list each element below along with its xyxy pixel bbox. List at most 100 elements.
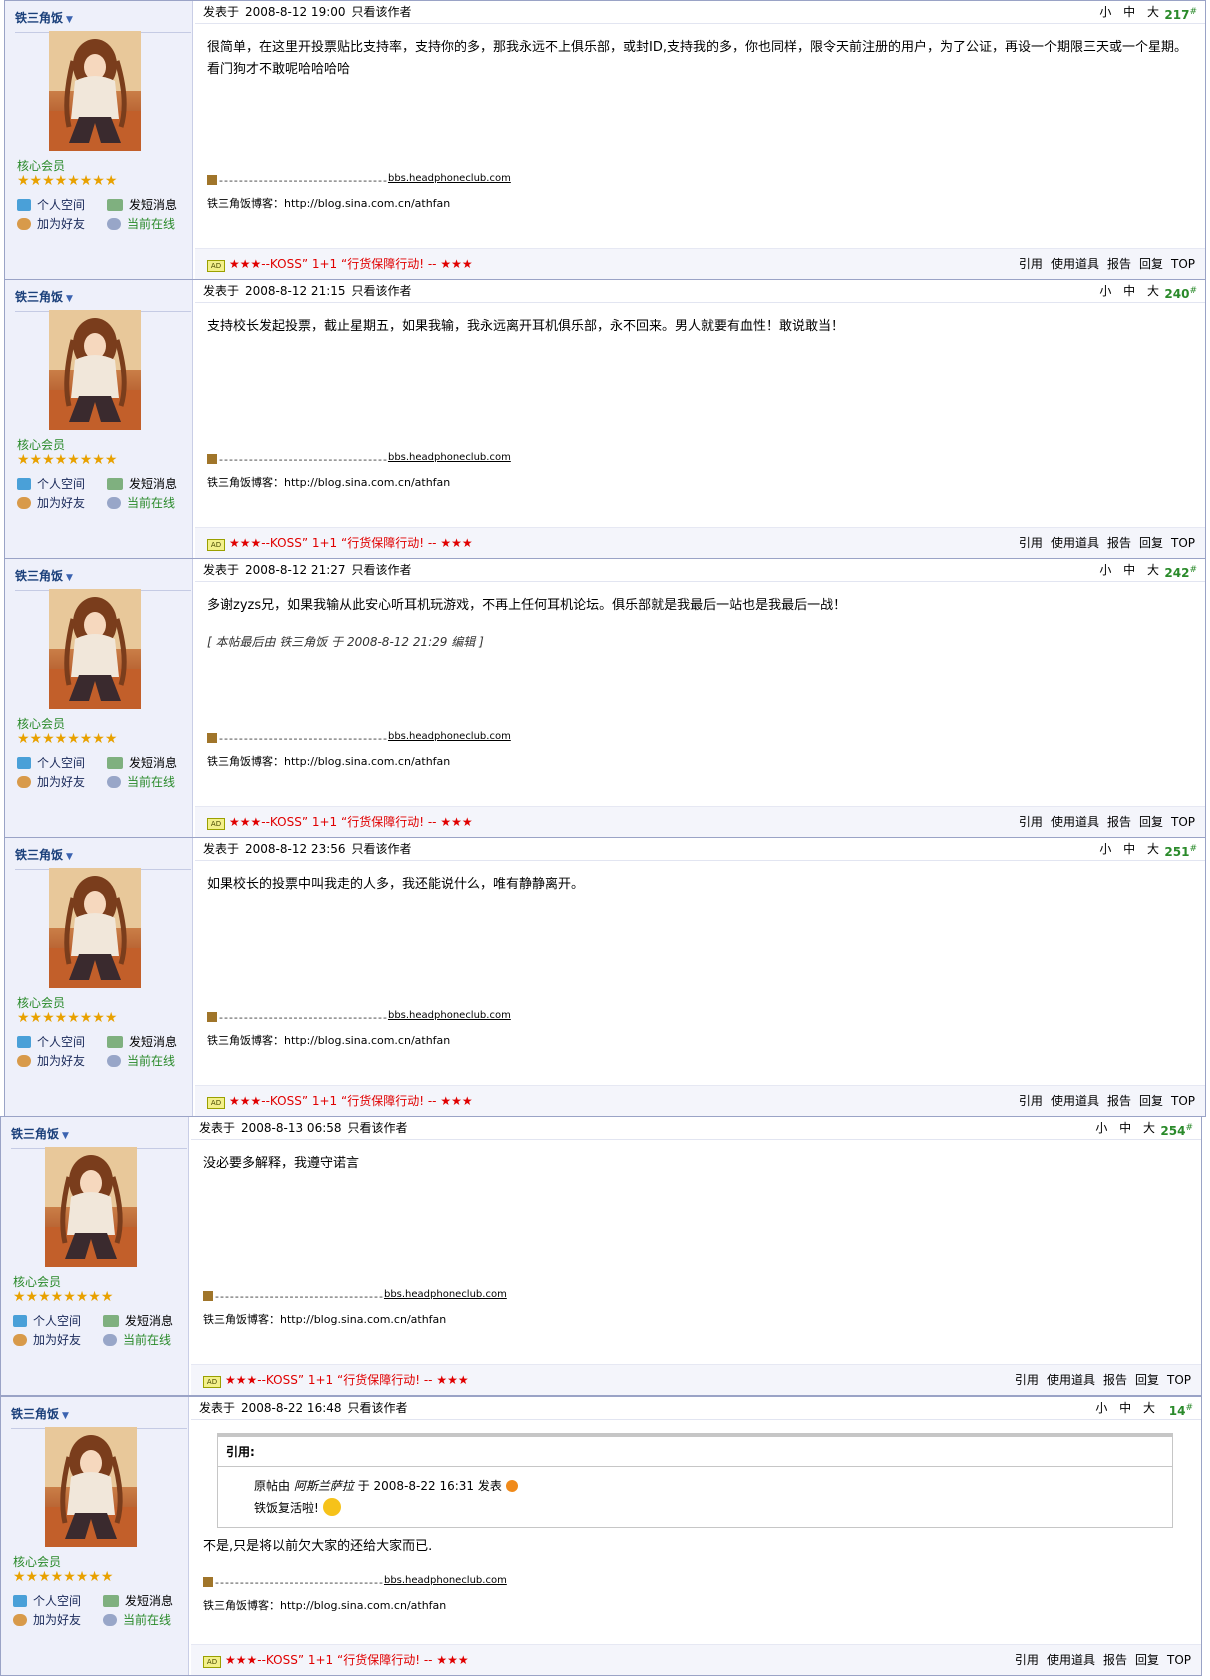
send-message-link[interactable]: 发短消息 — [129, 477, 177, 491]
top-button[interactable]: TOP — [1171, 815, 1195, 829]
author-name[interactable]: 铁三角饭 ▼ — [11, 1125, 187, 1149]
personal-space-link[interactable]: 个人空间 — [37, 754, 107, 773]
top-button[interactable]: TOP — [1167, 1653, 1191, 1667]
personal-space-link[interactable]: 个人空间 — [33, 1592, 103, 1611]
author-name-text: 铁三角饭 — [15, 848, 64, 862]
top-button[interactable]: TOP — [1171, 1094, 1195, 1108]
report-button[interactable]: 报告 — [1107, 257, 1131, 271]
chevron-down-icon[interactable]: ▼ — [62, 1411, 69, 1421]
use-item-button[interactable]: 使用道具 — [1051, 257, 1099, 271]
author-name[interactable]: 铁三角饭 ▼ — [15, 288, 191, 312]
quote-button[interactable]: 引用 — [1019, 257, 1043, 271]
only-author-link[interactable]: 只看该作者 — [348, 1401, 408, 1415]
author-name[interactable]: 铁三角饭 ▼ — [15, 567, 191, 591]
signature-site-link[interactable]: bbs.headphoneclub.com — [388, 1010, 511, 1021]
quote-button[interactable]: 引用 — [1015, 1373, 1039, 1387]
ad-link[interactable]: ★★★--KOSS” 1+1 “行货保障行动! -- ★★★ — [225, 1373, 469, 1387]
reply-button[interactable]: 回复 — [1139, 257, 1163, 271]
use-item-button[interactable]: 使用道具 — [1051, 536, 1099, 550]
add-friend-link[interactable]: 加为好友 — [37, 773, 107, 792]
top-button[interactable]: TOP — [1167, 1373, 1191, 1387]
send-message-link[interactable]: 发短消息 — [129, 1035, 177, 1049]
signature-site-link[interactable]: bbs.headphoneclub.com — [388, 173, 511, 184]
report-button[interactable]: 报告 — [1103, 1653, 1127, 1667]
send-message-link[interactable]: 发短消息 — [129, 756, 177, 770]
signature-blog[interactable]: 铁三角饭博客：http://blog.sina.com.cn/athfan — [203, 1597, 507, 1613]
quote-button[interactable]: 引用 — [1019, 536, 1043, 550]
send-message-link[interactable]: 发短消息 — [125, 1594, 173, 1608]
font-size-switch[interactable]: 小 中 大 — [1095, 1397, 1159, 1419]
ad-link[interactable]: ★★★--KOSS” 1+1 “行货保障行动! -- ★★★ — [229, 1094, 473, 1108]
chevron-down-icon[interactable]: ▼ — [66, 294, 73, 304]
signature-blog[interactable]: 铁三角饭博客：http://blog.sina.com.cn/athfan — [207, 753, 511, 769]
floor-number[interactable]: 251# — [1164, 838, 1197, 863]
send-message-link[interactable]: 发短消息 — [129, 198, 177, 212]
report-button[interactable]: 报告 — [1107, 1094, 1131, 1108]
only-author-link[interactable]: 只看该作者 — [352, 284, 412, 298]
signature-site-link[interactable]: bbs.headphoneclub.com — [384, 1289, 507, 1300]
only-author-link[interactable]: 只看该作者 — [348, 1121, 408, 1135]
use-item-button[interactable]: 使用道具 — [1051, 1094, 1099, 1108]
send-message-link[interactable]: 发短消息 — [125, 1314, 173, 1328]
author-name[interactable]: 铁三角饭 ▼ — [15, 9, 191, 33]
chevron-down-icon[interactable]: ▼ — [66, 852, 73, 862]
top-button[interactable]: TOP — [1171, 257, 1195, 271]
only-author-link[interactable]: 只看该作者 — [352, 842, 412, 856]
font-size-switch[interactable]: 小 中 大 — [1099, 280, 1163, 302]
chevron-down-icon[interactable]: ▼ — [66, 15, 73, 25]
report-button[interactable]: 报告 — [1107, 536, 1131, 550]
use-item-button[interactable]: 使用道具 — [1047, 1653, 1095, 1667]
chevron-down-icon[interactable]: ▼ — [62, 1131, 69, 1141]
reply-button[interactable]: 回复 — [1139, 536, 1163, 550]
quote-button[interactable]: 引用 — [1015, 1653, 1039, 1667]
signature-blog[interactable]: 铁三角饭博客：http://blog.sina.com.cn/athfan — [207, 195, 511, 211]
author-name[interactable]: 铁三角饭 ▼ — [11, 1405, 187, 1429]
reply-button[interactable]: 回复 — [1135, 1373, 1159, 1387]
jump-to-post-icon[interactable] — [505, 1480, 518, 1492]
ad-link[interactable]: ★★★--KOSS” 1+1 “行货保障行动! -- ★★★ — [229, 536, 473, 550]
use-item-button[interactable]: 使用道具 — [1047, 1373, 1095, 1387]
quote-button[interactable]: 引用 — [1019, 1094, 1043, 1108]
reply-button[interactable]: 回复 — [1139, 815, 1163, 829]
chevron-down-icon[interactable]: ▼ — [66, 573, 73, 583]
font-size-switch[interactable]: 小 中 大 — [1095, 1117, 1159, 1139]
add-friend-link[interactable]: 加为好友 — [37, 494, 107, 513]
quote-user-link[interactable]: 阿斯兰萨拉 — [294, 1479, 354, 1493]
top-button[interactable]: TOP — [1171, 536, 1195, 550]
floor-number[interactable]: 254# — [1160, 1117, 1193, 1142]
report-button[interactable]: 报告 — [1107, 815, 1131, 829]
ad-link[interactable]: ★★★--KOSS” 1+1 “行货保障行动! -- ★★★ — [225, 1653, 469, 1667]
personal-space-link[interactable]: 个人空间 — [33, 1312, 103, 1331]
signature-site-link[interactable]: bbs.headphoneclub.com — [388, 731, 511, 742]
signature-site-link[interactable]: bbs.headphoneclub.com — [384, 1575, 507, 1586]
font-size-switch[interactable]: 小 中 大 — [1099, 1, 1163, 23]
reply-button[interactable]: 回复 — [1135, 1653, 1159, 1667]
signature-blog[interactable]: 铁三角饭博客：http://blog.sina.com.cn/athfan — [203, 1311, 507, 1327]
font-size-switch[interactable]: 小 中 大 — [1099, 838, 1163, 860]
only-author-link[interactable]: 只看该作者 — [352, 5, 412, 19]
font-size-switch[interactable]: 小 中 大 — [1099, 559, 1163, 581]
signature-blog[interactable]: 铁三角饭博客：http://blog.sina.com.cn/athfan — [207, 1032, 511, 1048]
only-author-link[interactable]: 只看该作者 — [352, 563, 412, 577]
reply-button[interactable]: 回复 — [1139, 1094, 1163, 1108]
signature-site-link[interactable]: bbs.headphoneclub.com — [388, 452, 511, 463]
floor-number[interactable]: 217# — [1164, 1, 1197, 26]
report-button[interactable]: 报告 — [1103, 1373, 1127, 1387]
use-item-button[interactable]: 使用道具 — [1051, 815, 1099, 829]
personal-space-link[interactable]: 个人空间 — [37, 475, 107, 494]
add-friend-link[interactable]: 加为好友 — [37, 215, 107, 234]
ad-link[interactable]: ★★★--KOSS” 1+1 “行货保障行动! -- ★★★ — [229, 815, 473, 829]
floor-number[interactable]: 14# — [1169, 1397, 1193, 1422]
post-content: 发表于 2008-8-12 19:00 只看该作者 小 中 大 217# 很简单，在这里开… — [195, 1, 1205, 279]
personal-space-link[interactable]: 个人空间 — [37, 1033, 107, 1052]
ad-link[interactable]: ★★★--KOSS” 1+1 “行货保障行动! -- ★★★ — [229, 257, 473, 271]
floor-number[interactable]: 242# — [1164, 559, 1197, 584]
add-friend-link[interactable]: 加为好友 — [33, 1331, 103, 1350]
personal-space-link[interactable]: 个人空间 — [37, 196, 107, 215]
author-name[interactable]: 铁三角饭 ▼ — [15, 846, 191, 870]
add-friend-link[interactable]: 加为好友 — [37, 1052, 107, 1071]
quote-button[interactable]: 引用 — [1019, 815, 1043, 829]
signature-blog[interactable]: 铁三角饭博客：http://blog.sina.com.cn/athfan — [207, 474, 511, 490]
add-friend-link[interactable]: 加为好友 — [33, 1611, 103, 1630]
floor-number[interactable]: 240# — [1164, 280, 1197, 305]
